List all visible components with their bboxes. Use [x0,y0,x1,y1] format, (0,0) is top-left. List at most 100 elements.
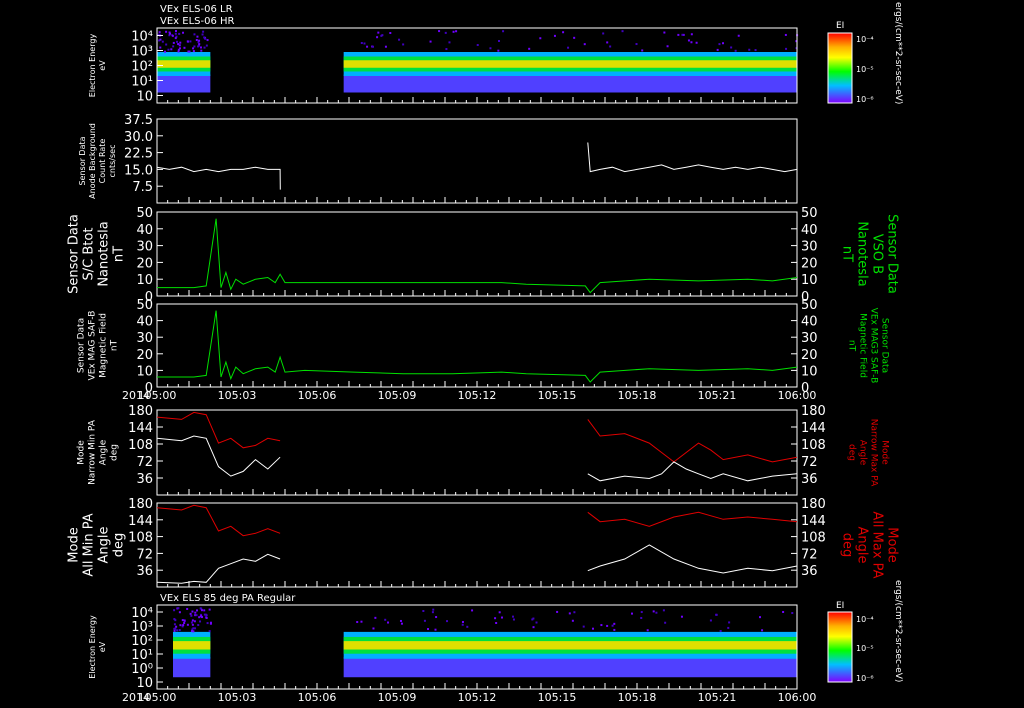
heatmap-p7-noise [192,619,194,621]
heatmap-p1-noise [178,50,180,52]
heatmap-p7-noise [179,629,181,631]
heatmap-p7-noise [446,620,448,622]
heatmap-p1-seg0-low [157,75,210,93]
heatmap-p1-noise [165,44,167,46]
colorbar-bottom-title: EI [836,601,844,611]
right-label-p5-1: Narrow Max PA [869,419,879,487]
heatmap-p7-noise [191,622,193,624]
heatmap-p1-noise [200,50,202,52]
heatmap-p1-noise [785,48,787,50]
ytick-right-label-p6-3: 72 [801,547,818,562]
panel-p6: 180 180144 144108 10872 7236 36Mode All Min PA… [67,497,900,587]
colorbar-bottom-gradient [828,612,852,682]
panel-p4: 50 5040 4030 3020 2010 100 0Sensor Data VEx MAG… [77,298,890,396]
ytick-label-p2-3: 15.0 [124,163,153,178]
heatmap-p7-noise [190,613,192,615]
heatmap-p7-noise [198,616,200,618]
heatmap-p7-noise [206,617,208,619]
series-p2-0 [157,143,797,190]
colorbar-top-units: ergs/(cm**2-sr-sec-eV) [893,2,903,104]
ytick-right-label-p5-1: 144 [801,421,826,436]
heatmap-p1-noise [562,31,564,33]
heatmap-p1-noise [200,46,202,48]
ytick-label-p7-0: 10⁴ [131,606,153,621]
heatmap-p7-seg0-low [173,657,210,677]
heatmap-p1-noise [202,33,204,35]
heatmap-p7-noise [499,611,501,613]
heatmap-p7-noise [462,624,464,626]
heatmap-p7-noise [177,607,179,609]
heatmap-p7-noise [401,623,403,625]
heatmap-p7-noise [209,609,211,611]
heatmap-p1-noise [497,50,499,52]
x-tick-label-0-1: 105:03 [218,389,257,402]
heatmap-p1-noise [178,49,180,51]
heatmap-p1-noise [402,43,404,45]
ytick-label-p7-4: 10⁰ [131,662,153,677]
heatmap-p1-noise [173,42,175,44]
ytick-right-label-p3-0: 50 [801,206,818,221]
ytick-label-p1-1: 10³ [131,45,153,60]
ytick-right-label-p6-4: 36 [801,564,818,579]
ylabel-p4-2: Magnetic Field [99,313,109,378]
ylabel-p7-0: Electron Energy [88,615,97,679]
series-p6-1 [157,545,797,583]
right-label-p4-0: Sensor Data [880,318,890,373]
panel-frame-p3 [157,212,797,296]
plot-canvas: VEx ELS-06 LR VEx ELS-06 HR VEx ELS 85 d… [0,0,1024,708]
ytick-label-p3-0: 50 [136,206,153,221]
heatmap-p7-noise [173,609,175,611]
heatmap-p7-noise [653,610,655,612]
heatmap-p1-noise [204,47,206,49]
ytick-label-p7-1: 10³ [131,620,153,635]
series-p5-0 [157,412,797,462]
colorbar-bottom-units: ergs/(cm**2-sr-sec-eV) [893,580,903,682]
x-tick-label-0-6: 105:18 [618,389,657,402]
heatmap-p1-noise [584,43,586,45]
colorbar-bottom-tick-1: 10⁻⁴ [856,615,874,624]
ytick-right-label-p3-2: 30 [801,240,818,255]
right-label-p4-3: nT [847,340,857,352]
heatmap-p7-noise [201,609,203,611]
heatmap-p1-noise [193,50,195,52]
right-label-p5-0: Mode [880,440,890,465]
heatmap-p7-noise [600,624,602,626]
heatmap-p7-noise [207,622,209,624]
heatmap-p7-noise [372,627,374,629]
heatmap-p1-noise [502,30,504,32]
ytick-right-label-p3-4: 10 [801,273,818,288]
ytick-right-label-p5-4: 36 [801,472,818,487]
heatmap-p7-noise [197,624,199,626]
ytick-label-p5-4: 36 [136,472,153,487]
heatmap-p1-noise [361,42,363,44]
x-tick-label-1-3: 105:09 [378,691,417,704]
heatmap-p1-noise [366,46,368,48]
ytick-right-label-p5-0: 180 [801,404,826,419]
heatmap-p7-noise [199,620,201,622]
x-tick-label-1-0: 105:00 [138,691,177,704]
ylabel-p7-1: eV [98,641,107,652]
heatmap-p1-noise [722,42,724,44]
panel-p3: 50 5040 4030 3020 2010 100 0Sensor Data S/C Bto… [67,206,900,305]
heatmap-p7-noise [194,612,196,614]
ylabel-p6-1: All Min PA [82,513,97,576]
ytick-label-p6-1: 144 [128,514,153,529]
heatmap-p7-noise [640,617,642,619]
heatmap-p1-noise [376,36,378,38]
heatmap-p7-noise [174,628,176,630]
heatmap-p7-noise [424,620,426,622]
heatmap-p7-noise [641,611,643,613]
heatmap-p7-noise [533,626,535,628]
heatmap-p1-noise [172,45,174,47]
heatmap-p1-noise [188,51,190,53]
heatmap-p1-noise [189,40,191,42]
heatmap-p1-noise [641,49,643,51]
ytick-label-p1-3: 10¹ [131,75,153,90]
right-label-p4-2: Magnetic Field [858,313,868,378]
heatmap-p1-noise [785,34,787,36]
heatmap-p7-seg1-peak [344,641,797,649]
header-line-2: VEx ELS-06 HR [160,16,235,27]
heatmap-p7-noise [427,628,429,630]
ylabel-p2-1: Anode Background [88,123,97,199]
ylabel-p5-3: deg [110,444,120,461]
